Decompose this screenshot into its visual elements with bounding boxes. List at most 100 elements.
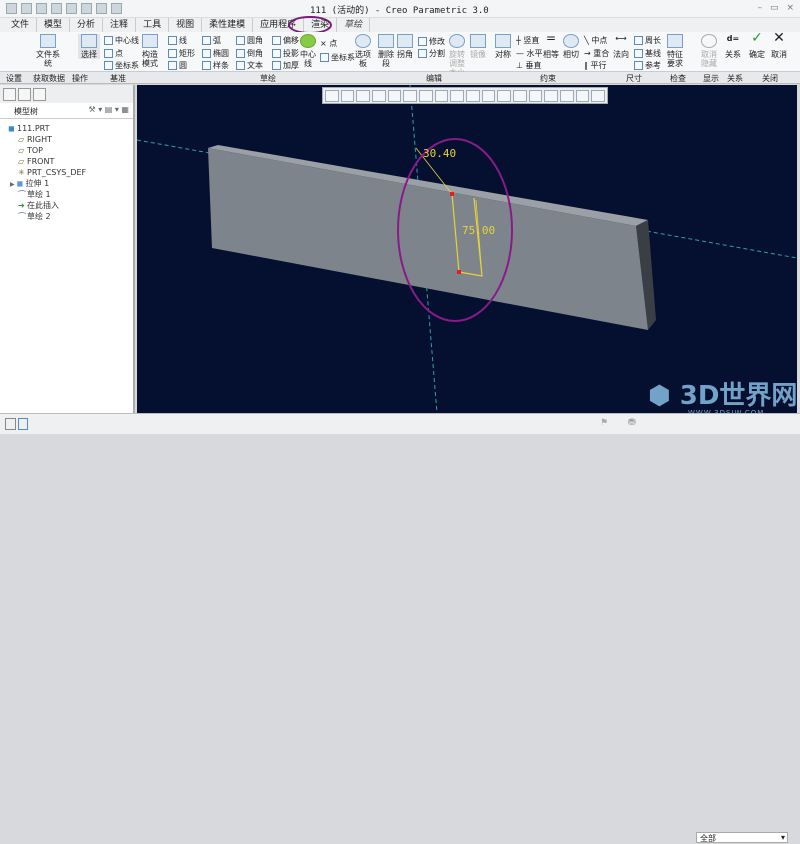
new-icon[interactable] [21,3,32,14]
dimension-30[interactable]: 30.40 [423,147,456,160]
undo-icon[interactable] [66,3,77,14]
point-button[interactable]: 点 [104,48,123,59]
open-icon[interactable] [36,3,47,14]
datum-display-icon[interactable] [466,90,480,102]
csys-display-icon[interactable] [528,90,543,102]
feature-requirements-button[interactable]: 特征要求 [666,34,684,68]
cancel-button[interactable]: ✕ 取消 [770,31,788,59]
offset-button[interactable]: 偏移 [272,35,299,46]
minimize-icon[interactable]: – [757,3,762,13]
tree-item[interactable]: ▱ TOP [8,145,133,156]
tree-item[interactable]: ⌒草绘 1 [8,189,133,200]
baseline-button[interactable]: 基线 [634,48,661,59]
tab-analysis[interactable]: 分析 [70,18,104,32]
corner-button[interactable]: 拐角 [396,34,414,59]
group-setup[interactable]: 设置 [6,73,22,84]
spline-button[interactable]: 样条 [202,60,229,71]
divide-button[interactable]: 分割 [418,48,445,59]
layers-tab[interactable] [18,88,31,101]
tree-item[interactable]: ▱ FRONT [8,156,133,167]
equal-button[interactable]: = 相等 [542,32,560,59]
fillet-button[interactable]: 圆角 [236,35,263,46]
tree-item[interactable]: ⌒草绘 2 [8,211,133,222]
normal-dimension-button[interactable]: ⟷ 法向 [612,34,630,59]
find-icon[interactable]: ⛃ [628,418,636,428]
rectangle-button[interactable]: 矩形 [168,48,195,59]
thicken-button[interactable]: 加厚 [272,60,299,71]
ok-button[interactable]: ✓ 确定 [748,31,766,59]
palette-button[interactable]: 选项板 [354,34,372,68]
group-constrain[interactable]: 约束 [540,73,556,84]
geom-point-button[interactable]: × 点 [320,38,337,49]
group-dimension[interactable]: 尺寸 [626,73,642,84]
sketcher-display-icon[interactable] [560,90,574,102]
navigator-toggle-icon[interactable] [5,418,16,430]
centerline-geom-button[interactable]: 中心线 [300,34,316,68]
group-get-data[interactable]: 获取数据 [33,73,65,84]
parallel-button[interactable]: ∥ 平行 [584,60,607,71]
horizontal-button[interactable]: — 水平 [516,48,543,59]
annotation-display-icon[interactable] [544,90,559,102]
rotate-resize-button[interactable]: 旋转调整大小 [446,34,468,77]
geom-csys-button[interactable]: 坐标系 [320,52,355,63]
tab-annotate[interactable]: 注释 [103,18,137,32]
browser-toggle-icon[interactable] [18,418,28,430]
tree-settings-icon[interactable]: ⚒ ▾ ▤ ▾ ▦ [89,105,130,114]
sketch-filter-icon[interactable] [575,90,590,102]
mirror-button[interactable]: 镜像 [470,34,486,59]
reference-button[interactable]: 参考 [634,60,661,71]
sketch-point[interactable] [450,192,454,196]
tree-item[interactable]: ▱ RIGHT [8,134,133,145]
relations-button[interactable]: d= 关系 [724,34,742,59]
model-tree-tab[interactable] [3,88,16,101]
axis-display-icon[interactable] [497,90,512,102]
group-operations[interactable]: 操作 [72,73,88,84]
tree-item[interactable]: ▶ ◼ 拉伸 1 [8,178,133,189]
unhide-button[interactable]: 取消隐藏 [700,34,718,68]
file-system-button[interactable]: 文件系统 [36,34,60,68]
project-button[interactable]: 投影 [272,48,299,59]
selection-filter-select[interactable]: 全部 ▾ [696,832,788,843]
print-icon[interactable] [111,3,122,14]
chamfer-button[interactable]: 倒角 [236,48,263,59]
line-button[interactable]: 线 [168,35,187,46]
coincident-button[interactable]: → 重合 [584,48,609,59]
redo-icon[interactable] [81,3,92,14]
sketch-view-icon[interactable] [450,90,465,102]
zoom-out-icon[interactable] [356,90,371,102]
tab-flexible-modeling[interactable]: 柔性建模 [202,18,254,32]
tree-item[interactable]: ◼ 111.PRT [8,123,133,134]
ellipse-button[interactable]: 椭圆 [202,48,229,59]
tangent-button[interactable]: 相切 [562,34,580,59]
vertical-button[interactable]: ┼ 竖直 [516,35,539,46]
centerline-button[interactable]: 中心线 [104,35,139,46]
zoom-in-icon[interactable] [340,90,355,102]
tab-sketch[interactable]: 草绘 [337,18,371,32]
tab-model[interactable]: 模型 [37,18,71,32]
view-manager-icon[interactable] [419,90,433,102]
perpendicular-button[interactable]: ⊥ 垂直 [516,60,542,71]
perimeter-button[interactable]: 周长 [634,35,661,46]
midpoint-button[interactable]: ╲ 中点 [584,35,607,46]
tree-item[interactable]: ✳ PRT_CSYS_DEF [8,167,133,178]
dimension-75[interactable]: 75.00 [462,224,495,237]
symmetric-button[interactable]: 对称 [494,34,512,59]
refit-icon[interactable] [325,90,339,102]
repaint-icon[interactable] [372,90,386,102]
sketch-tools-icon[interactable] [591,90,606,102]
close-icon[interactable]: × [786,3,794,13]
folder-tab[interactable] [33,88,46,101]
circle-button[interactable]: 圆 [168,60,187,71]
plane-display-icon[interactable] [481,90,496,102]
sketch-point[interactable] [457,270,461,274]
arc-button[interactable]: 弧 [202,35,221,46]
tab-tools[interactable]: 工具 [136,18,170,32]
saved-views-icon[interactable] [403,90,418,102]
perspective-icon[interactable] [434,90,449,102]
modify-button[interactable]: 修改 [418,36,445,47]
group-inspect[interactable]: 检查 [670,73,686,84]
tab-file[interactable]: 文件 [4,18,38,32]
tree-item[interactable]: ➜ 在此插入 [8,200,133,211]
display-style-icon[interactable] [387,90,402,102]
csys-button[interactable]: 坐标系 [104,60,139,71]
